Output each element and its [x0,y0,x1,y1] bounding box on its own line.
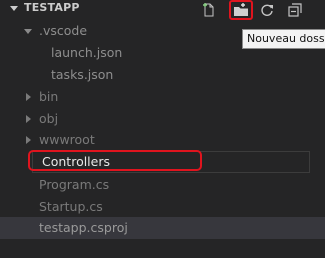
explorer-header[interactable]: TESTAPP [0,0,325,20]
tree-item-label: launch.json [51,45,123,60]
new-folder-button[interactable] [229,0,253,20]
refresh-icon [261,4,273,16]
chevron-down-icon[interactable] [24,26,32,36]
tree-item-label: Startup.cs [39,199,103,214]
tree-item-vscode[interactable]: .vscode [0,20,325,42]
tree-item-label: Program.cs [39,177,110,192]
new-file-icon [203,3,214,17]
tree-item-label: wwwroot [39,132,95,147]
explorer-title: TESTAPP [24,1,80,14]
tree-item-label: .vscode [39,23,88,38]
collapse-all-button[interactable] [285,1,305,19]
explorer-empty-area [0,240,325,258]
tree-item-bin[interactable]: bin [0,86,325,108]
tree-item-launch-json[interactable]: launch.json [0,42,325,64]
tree-item-label: bin [39,89,59,104]
tree-item-tasks-json[interactable]: tasks.json [0,64,325,86]
tree-item-program-cs[interactable]: Program.cs [0,174,325,196]
tree-item-label: obj [39,111,59,126]
tree-item-label: testapp.csproj [39,220,128,235]
tree-item-testapp-csproj[interactable]: testapp.csproj [0,217,325,239]
tree-item-wwwroot[interactable]: wwwroot [0,129,325,151]
new-folder-name-input[interactable]: Controllers [32,151,310,173]
chevron-right-icon[interactable] [24,114,32,124]
new-file-button[interactable] [199,1,219,19]
collapse-all-icon [288,3,302,17]
new-folder-icon [234,3,248,16]
refresh-button[interactable] [257,1,277,19]
tree-item-startup-cs[interactable]: Startup.cs [0,196,325,218]
chevron-right-icon[interactable] [24,92,32,102]
chevron-right-icon[interactable] [24,135,32,145]
tree-item-label: Controllers [42,154,110,169]
chevron-down-icon[interactable] [9,1,19,15]
tree-item-obj[interactable]: obj [0,108,325,130]
tree-item-label: tasks.json [51,67,114,82]
